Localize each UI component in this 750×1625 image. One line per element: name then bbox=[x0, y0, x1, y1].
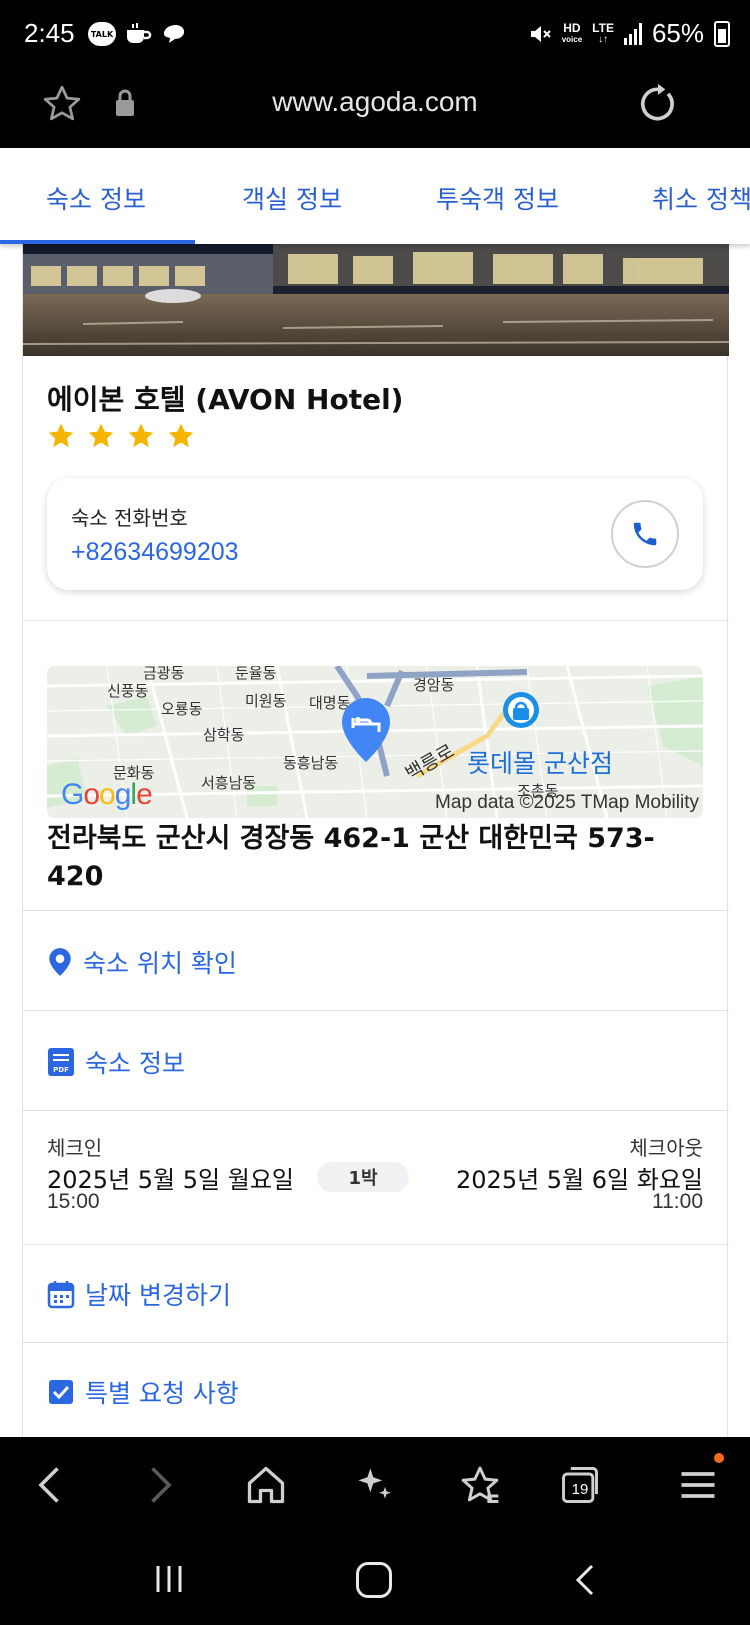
star-icon bbox=[168, 423, 194, 447]
tab-cancellation-policy[interactable]: 취소 정책 bbox=[652, 180, 750, 216]
mute-icon bbox=[530, 25, 551, 42]
map-attribution: Map data ©2025 TMap Mobility bbox=[435, 792, 699, 813]
call-button[interactable] bbox=[611, 500, 679, 568]
browser-toolbar bbox=[0, 1437, 750, 1532]
forward-arrow-icon[interactable] bbox=[136, 1463, 180, 1507]
pdf-icon: PDF bbox=[48, 1048, 74, 1076]
coffee-icon bbox=[127, 23, 152, 43]
hotel-photo bbox=[23, 244, 729, 356]
map-label: 서흥남동 bbox=[201, 774, 257, 792]
change-date-label: 날짜 변경하기 bbox=[85, 1281, 231, 1310]
phone-icon bbox=[633, 522, 657, 546]
tab-guest-info[interactable]: 투숙객 정보 bbox=[436, 180, 559, 216]
special-request-link[interactable]: 특별 요청 사항 bbox=[47, 1374, 239, 1410]
calendar-icon bbox=[47, 1281, 75, 1309]
back-arrow-icon[interactable] bbox=[30, 1463, 74, 1507]
special-request-label: 특별 요청 사항 bbox=[85, 1379, 239, 1408]
map-label: 오룡동 bbox=[161, 700, 203, 718]
google-logo: Google bbox=[61, 778, 153, 811]
home-icon[interactable] bbox=[244, 1463, 288, 1507]
map-label: 경암동 bbox=[413, 676, 455, 694]
checkin-time: 15:00 bbox=[47, 1190, 100, 1213]
location-pin-icon bbox=[49, 948, 71, 976]
shopping-bag-pin-icon bbox=[503, 692, 539, 728]
divider bbox=[23, 1342, 729, 1343]
chat-app-icon bbox=[164, 25, 185, 43]
map-label: 신풍동 bbox=[107, 682, 149, 700]
divider bbox=[23, 1244, 729, 1245]
checkout-label: 체크아웃 bbox=[629, 1136, 703, 1160]
view-location-link[interactable]: 숙소 위치 확인 bbox=[47, 944, 237, 980]
hd-voice-icon: HD voice bbox=[561, 20, 583, 44]
map-label: 미원동 bbox=[245, 692, 287, 710]
tab-room-info[interactable]: 객실 정보 bbox=[242, 180, 342, 216]
battery-icon bbox=[714, 20, 730, 47]
phone-label: 숙소 전화번호 bbox=[71, 506, 188, 530]
system-back-icon[interactable] bbox=[570, 1562, 600, 1598]
menu-icon[interactable] bbox=[676, 1463, 720, 1507]
divider bbox=[23, 620, 729, 621]
section-tabs: 숙소 정보 객실 정보 투숙객 정보 취소 정책 bbox=[0, 148, 750, 244]
location-map[interactable]: 금광동 둔율동 신풍동 경암동 오룡동 미원동 대명동 삼학동 백릉로 문화동 … bbox=[47, 666, 703, 818]
battery-percent: 65% bbox=[651, 18, 704, 48]
recent-apps-icon[interactable] bbox=[152, 1562, 186, 1596]
status-time: 2:45 bbox=[24, 18, 75, 48]
property-info-label: 숙소 정보 bbox=[85, 1049, 185, 1078]
tab-count: 19 bbox=[571, 1481, 589, 1498]
kakaotalk-icon: TALK bbox=[88, 22, 116, 46]
divider bbox=[23, 1110, 729, 1111]
divider bbox=[23, 910, 729, 911]
svg-text:PDF: PDF bbox=[53, 1066, 69, 1074]
map-label: 둔율동 bbox=[235, 666, 277, 682]
system-nav-bar bbox=[0, 1532, 750, 1625]
phone-number[interactable]: +82634699203 bbox=[71, 538, 239, 567]
star-icon bbox=[88, 423, 114, 447]
hotel-map-pin-icon bbox=[342, 698, 390, 762]
checkin-label: 체크인 bbox=[47, 1136, 103, 1160]
tab-property-info[interactable]: 숙소 정보 bbox=[46, 180, 146, 216]
star-icon bbox=[128, 423, 154, 447]
map-poi-label: 롯데몰 군산점 bbox=[467, 749, 613, 778]
page-content: 에이본 호텔 (AVON Hotel) 숙소 전화번호 +82634699203 bbox=[0, 244, 750, 1437]
change-date-link[interactable]: 날짜 변경하기 bbox=[47, 1276, 231, 1312]
active-tab-indicator bbox=[0, 240, 195, 244]
signal-icon bbox=[623, 22, 642, 45]
checkout-time: 11:00 bbox=[652, 1190, 703, 1213]
notification-dot bbox=[714, 1453, 724, 1463]
property-info-link[interactable]: PDF 숙소 정보 bbox=[47, 1044, 185, 1080]
star-icon bbox=[48, 423, 74, 447]
hotel-name: 에이본 호텔 (AVON Hotel) bbox=[47, 383, 404, 416]
bookmarks-icon[interactable] bbox=[458, 1463, 502, 1507]
browser-url-bar: www.agoda.com bbox=[0, 70, 750, 148]
status-bar: 2:45 TALK HD voice LTE ↓↑ 65% bbox=[0, 0, 750, 70]
ai-sparkle-icon[interactable] bbox=[352, 1463, 396, 1507]
status-system-icons: HD voice LTE ↓↑ 65% bbox=[528, 18, 730, 49]
home-button[interactable] bbox=[356, 1562, 392, 1598]
status-app-icons: TALK bbox=[88, 22, 188, 46]
map-label: 동흥남동 bbox=[283, 754, 339, 772]
hotel-address: 전라북도 군산시 경장동 462-1 군산 대한민국 573-420 bbox=[47, 823, 655, 892]
reload-icon[interactable] bbox=[636, 82, 680, 126]
nights-badge: 1박 bbox=[317, 1162, 409, 1192]
star-rating bbox=[47, 422, 195, 450]
map-label: 삼학동 bbox=[203, 726, 245, 744]
checkbox-icon bbox=[49, 1380, 73, 1404]
booking-card: 에이본 호텔 (AVON Hotel) 숙소 전화번호 +82634699203 bbox=[22, 244, 729, 1437]
view-location-label: 숙소 위치 확인 bbox=[83, 949, 237, 978]
phone-card: 숙소 전화번호 +82634699203 bbox=[47, 478, 703, 590]
lte-icon: LTE ↓↑ bbox=[592, 20, 614, 45]
map-label: 금광동 bbox=[143, 666, 185, 682]
divider bbox=[23, 1010, 729, 1011]
